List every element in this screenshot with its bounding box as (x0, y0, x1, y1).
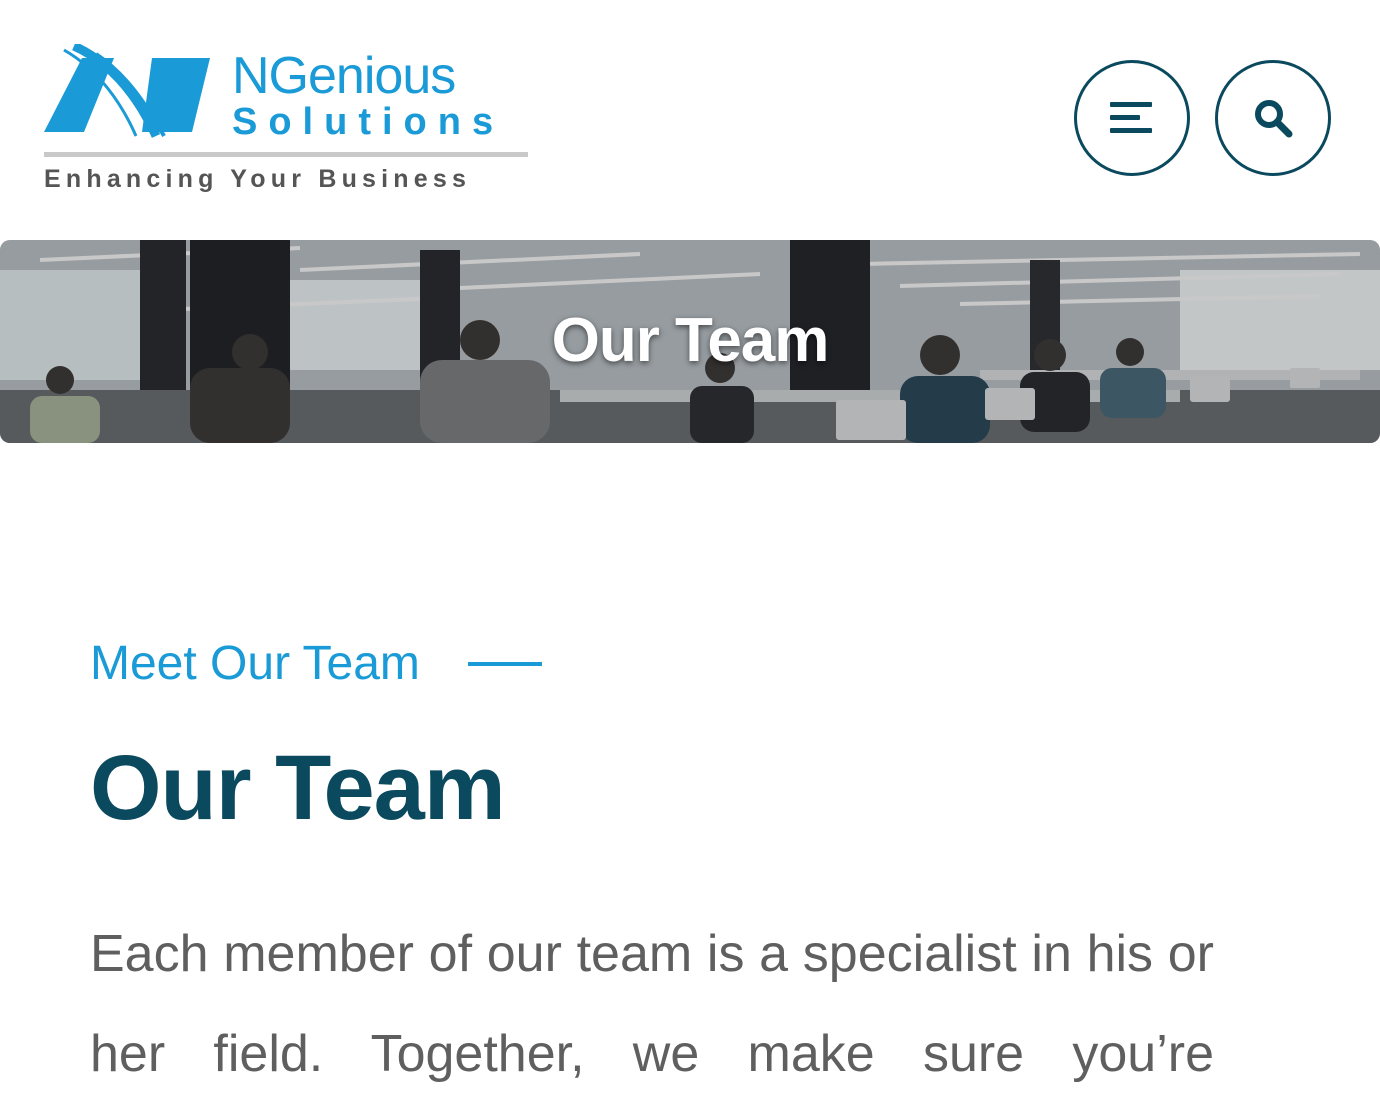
menu-icon (1110, 102, 1152, 133)
hero-title: Our Team (551, 306, 830, 375)
search-button[interactable] (1215, 60, 1331, 176)
eyebrow-divider (467, 662, 542, 666)
search-icon (1255, 100, 1293, 138)
section-body: Each member of our team is a specialist … (90, 925, 1214, 1083)
site-header: NGenious Solutions Enhancing Your Busine… (0, 0, 1380, 240)
eyebrow-label: Meet Our Team (90, 637, 420, 690)
menu-button[interactable] (1074, 60, 1190, 176)
logo-tagline: Enhancing Your Business (44, 165, 472, 193)
logo-divider (44, 152, 528, 157)
company-logo[interactable]: NGenious Solutions Enhancing Your Busine… (44, 44, 530, 196)
section-eyebrow: Meet Our Team (90, 636, 542, 692)
hero-banner: Our Team (0, 240, 1380, 443)
logo-subname: Solutions (232, 101, 505, 143)
logo-mark-icon (44, 44, 210, 138)
section-heading: Our Team (90, 737, 506, 839)
logo-name: NGenious (232, 47, 456, 105)
